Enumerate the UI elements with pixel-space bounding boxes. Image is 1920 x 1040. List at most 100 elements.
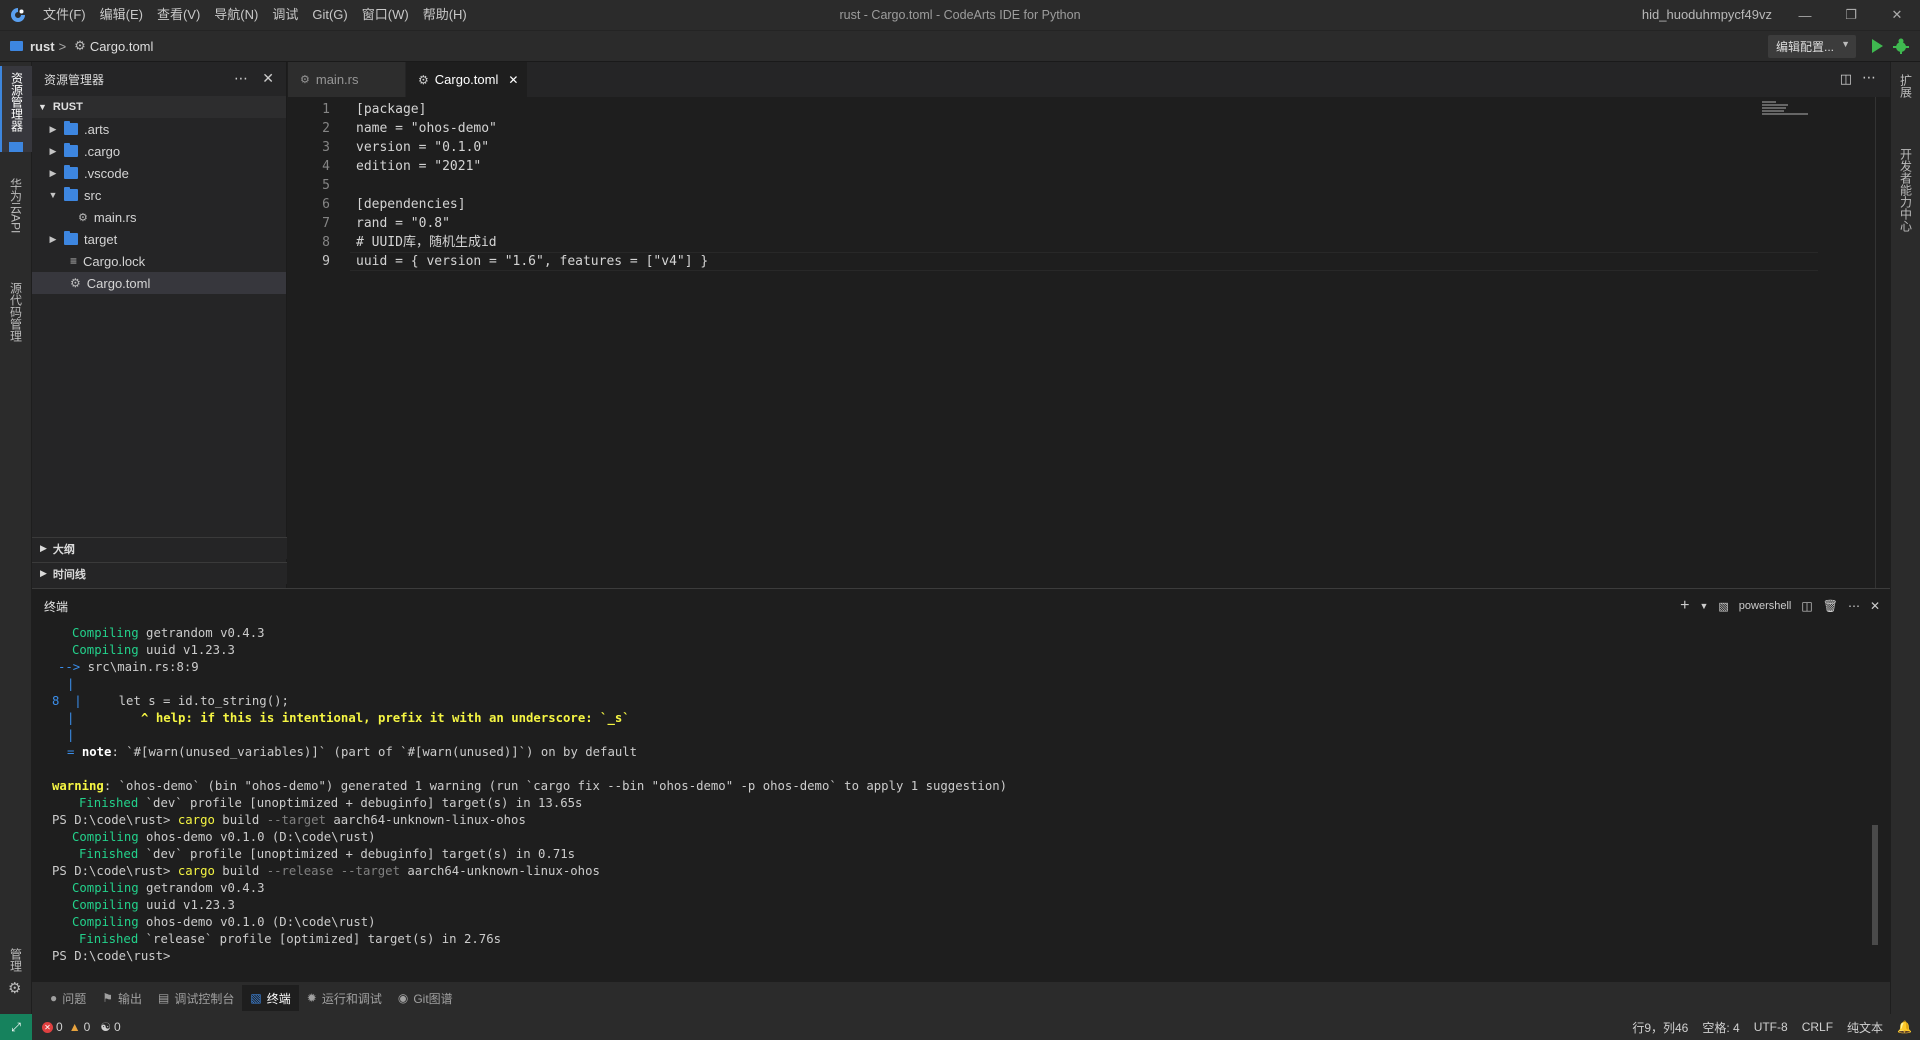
close-tab-icon[interactable]: ✕ — [508, 73, 518, 87]
code-editor[interactable]: 1 [package] 2 name = "ohos-demo" 3 version … — [288, 97, 1876, 588]
indentation[interactable]: 空格: 4 — [1702, 1019, 1739, 1036]
problems-status[interactable]: ✕ 0 ▲ 0 — [42, 1020, 90, 1034]
git-icon: ◉ — [397, 991, 409, 1005]
terminal-line: Compiling getrandom v0.4.3 — [72, 626, 265, 640]
tab-main-rs[interactable]: ⚙ main.rs — [288, 62, 406, 97]
more-actions-icon[interactable]: ⋯ — [1848, 599, 1860, 613]
gear-icon[interactable]: ⚙ — [8, 979, 21, 997]
problems-icon: ● — [50, 991, 58, 1005]
line-text: version = "0.1.0" — [356, 140, 490, 155]
tab-debug-console[interactable]: ▤ 调试控制台 — [150, 985, 242, 1011]
split-terminal-icon[interactable]: ◫ — [1801, 599, 1812, 613]
run-config-dropdown[interactable]: 编辑配置... ▼ — [1768, 35, 1856, 58]
trash-icon[interactable]: 🗑 — [1823, 599, 1838, 613]
menu-file[interactable]: 文件(F) — [36, 0, 93, 30]
minimap[interactable] — [1762, 101, 1812, 117]
menu-view[interactable]: 查看(V) — [150, 0, 207, 30]
terminal-scrollbar[interactable] — [1872, 825, 1878, 945]
more-actions-icon[interactable]: ⋯ — [234, 70, 248, 87]
editor-scrollbar[interactable] — [1875, 97, 1876, 588]
shell-label[interactable]: powershell — [1739, 600, 1792, 612]
split-editor-icon[interactable]: ◫ — [1840, 71, 1852, 87]
close-window-icon[interactable]: ✕ — [1874, 0, 1920, 30]
tab-terminal[interactable]: ▧ 终端 — [242, 985, 299, 1011]
warning-count: 0 — [83, 1020, 91, 1034]
close-icon[interactable]: ✕ — [262, 70, 274, 87]
line-number: 9 — [322, 254, 330, 269]
bell-icon[interactable]: 🔔 — [1897, 1020, 1912, 1034]
flag-icon: ⚑ — [102, 991, 114, 1005]
activity-source-control-label: 源代码管理 — [8, 282, 23, 342]
rust-file-icon: ⚙ — [78, 211, 88, 224]
terminal-line: warning: `ohos-demo` (bin "ohos-demo") g… — [52, 779, 1008, 793]
line-ending[interactable]: CRLF — [1802, 1020, 1833, 1034]
new-terminal-icon[interactable]: + — [1680, 597, 1689, 615]
activity-extensions[interactable]: 扩展 — [1891, 68, 1920, 128]
user-account[interactable]: hid_huoduhmpycf49vz — [1642, 0, 1772, 30]
menu-debug[interactable]: 调试 — [265, 0, 305, 30]
tree-item-src[interactable]: ▼ src — [32, 184, 286, 206]
terminal-line: Finished `dev` profile [unoptimized + de… — [79, 847, 576, 861]
status-bar: ⤢ ✕ 0 ▲ 0 ☯ 0 行9，列46 空格: 4 UTF-8 CRLF 纯文… — [0, 1014, 1920, 1040]
activity-extensions-label: 扩展 — [1898, 74, 1913, 98]
chevron-down-icon: ▼ — [1841, 39, 1850, 49]
ports-status[interactable]: ☯ 0 — [100, 1020, 120, 1034]
editor-tab-bar: ⚙ main.rs ⚙ Cargo.toml ✕ ◫ ⋯ — [288, 62, 1890, 97]
chevron-down-icon[interactable]: ▼ — [1699, 601, 1708, 611]
debug-icon[interactable] — [1892, 37, 1910, 58]
ports-count: 0 — [114, 1020, 121, 1034]
terminal-line: | — [67, 677, 75, 691]
tree-item-target[interactable]: ▶ target — [32, 228, 286, 250]
tab-problems[interactable]: ● 问题 — [42, 985, 94, 1011]
bug-icon: ✹ — [306, 991, 317, 1005]
activity-dev-center[interactable]: 开发者能力中心 — [1891, 142, 1920, 302]
tree-root[interactable]: ▼ RUST — [32, 96, 286, 118]
tab-run-debug[interactable]: ✹ 运行和调试 — [299, 985, 390, 1011]
tree-item-arts[interactable]: ▶ .arts — [32, 118, 286, 140]
timeline-section[interactable]: ▶ 时间线 — [32, 562, 287, 584]
menu-edit[interactable]: 编辑(E) — [93, 0, 150, 30]
outline-section[interactable]: ▶ 大纲 — [32, 537, 287, 559]
explorer-icon — [9, 142, 23, 152]
activity-huawei-api-label: 华为云API — [8, 178, 23, 234]
tree-item-main-rs[interactable]: ⚙ main.rs — [32, 206, 286, 228]
run-icon[interactable] — [1870, 38, 1884, 57]
tree-item-label: Cargo.toml — [86, 275, 151, 291]
remote-icon[interactable]: ⤢ — [0, 1014, 32, 1040]
menu-window[interactable]: 窗口(W) — [355, 0, 416, 30]
close-panel-icon[interactable]: ✕ — [1870, 599, 1880, 613]
warning-icon: ▲ — [68, 1020, 81, 1034]
activity-explorer[interactable]: 资源管理器 — [0, 66, 32, 152]
gear-icon: ⚙ — [418, 72, 429, 87]
rust-file-icon: ⚙ — [300, 74, 310, 86]
folder-icon — [10, 41, 23, 51]
more-actions-icon[interactable]: ⋯ — [1862, 69, 1876, 86]
minimize-icon[interactable]: — — [1782, 0, 1828, 30]
tab-output[interactable]: ⚑ 输出 — [94, 985, 150, 1011]
activity-huawei-api[interactable]: 华为云API — [0, 172, 32, 268]
cursor-position[interactable]: 行9，列46 — [1632, 1019, 1688, 1036]
activity-source-control[interactable]: 源代码管理 — [0, 276, 32, 368]
menu-git[interactable]: Git(G) — [305, 0, 354, 30]
tab-cargo-toml[interactable]: ⚙ Cargo.toml ✕ — [406, 62, 528, 97]
tree-item-cargo-toml[interactable]: ⚙ Cargo.toml — [32, 272, 286, 294]
breadcrumb: rust > ⚙ Cargo.toml — [0, 38, 153, 54]
terminal-line: 8 | let s = id.to_string(); — [52, 694, 289, 708]
tree-item-cargo-lock[interactable]: ≡ Cargo.lock — [32, 250, 286, 272]
encoding[interactable]: UTF-8 — [1754, 1020, 1788, 1034]
tree-item-vscode[interactable]: ▶ .vscode — [32, 162, 286, 184]
breadcrumb-project[interactable]: rust — [30, 39, 55, 54]
breadcrumb-file[interactable]: Cargo.toml — [90, 39, 154, 54]
line-number: 7 — [322, 216, 330, 231]
menu-help[interactable]: 帮助(H) — [416, 0, 474, 30]
terminal-line: | ^ help: if this is intentional, prefix… — [67, 711, 630, 725]
restore-icon[interactable]: ❐ — [1828, 0, 1874, 30]
tab-label: 问题 — [62, 991, 87, 1006]
tree-item-cargo[interactable]: ▶ .cargo — [32, 140, 286, 162]
folder-icon — [64, 143, 78, 157]
tab-git-graph[interactable]: ◉ Git图谱 — [390, 985, 461, 1011]
menu-navigate[interactable]: 导航(N) — [207, 0, 265, 30]
tab-label: 运行和调试 — [321, 991, 382, 1006]
language-mode[interactable]: 纯文本 — [1847, 1019, 1883, 1036]
terminal-output[interactable]: Compiling getrandom v0.4.3 Compiling uui… — [32, 625, 1882, 979]
